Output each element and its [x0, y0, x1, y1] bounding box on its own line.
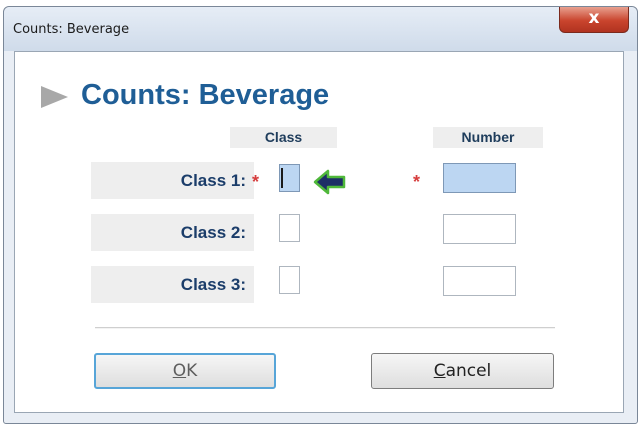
ok-mnemonic: O	[172, 361, 187, 381]
class-1-label: Class 1:	[91, 162, 254, 199]
number-column-header: Number	[433, 127, 543, 148]
number-2-input[interactable]	[443, 214, 516, 244]
required-marker: *	[252, 172, 260, 192]
number-required-marker: *	[413, 172, 421, 192]
number-3-input[interactable]	[443, 266, 516, 296]
page-title: Counts: Beverage	[81, 79, 330, 111]
number-1-input[interactable]	[443, 163, 516, 193]
class-column-header: Class	[230, 127, 337, 148]
dialog-content: Counts: Beverage Class Number Class 1: *…	[14, 51, 624, 413]
class-2-input[interactable]	[279, 214, 300, 242]
window-title: Counts: Beverage	[13, 22, 130, 37]
class-2-label: Class 2:	[91, 214, 254, 251]
close-button[interactable]: x	[559, 7, 629, 33]
cancel-button[interactable]: Cancel	[371, 353, 554, 389]
cancel-label: ancel	[445, 361, 492, 381]
title-bar[interactable]: Counts: Beverage x	[4, 7, 637, 51]
dialog-window: Counts: Beverage x Counts: Beverage Clas…	[3, 6, 638, 424]
ok-button[interactable]: OK	[94, 353, 276, 389]
close-icon: x	[588, 8, 600, 28]
left-arrow-pointer-icon	[313, 169, 346, 195]
class-3-label: Class 3:	[91, 266, 254, 303]
cancel-mnemonic: C	[433, 361, 446, 381]
text-cursor	[281, 168, 283, 188]
ok-label: K	[186, 361, 198, 381]
divider	[95, 327, 555, 329]
class-3-input[interactable]	[279, 266, 300, 294]
right-arrow-icon	[41, 86, 68, 108]
